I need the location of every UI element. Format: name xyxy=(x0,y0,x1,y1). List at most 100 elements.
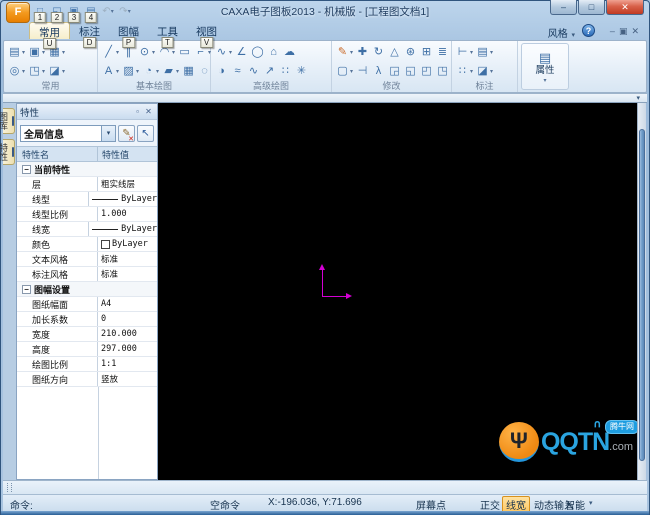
revision-cloud-icon[interactable]: ☁ xyxy=(282,45,297,60)
dimension-icon[interactable]: ⊢▾ xyxy=(455,45,474,60)
collapse-icon[interactable]: − xyxy=(22,165,31,174)
open-button[interactable]: ◱2 xyxy=(49,3,65,19)
property-value[interactable]: 标准 xyxy=(98,252,157,266)
rotate-icon[interactable]: ↻ xyxy=(371,45,386,60)
explode-icon[interactable]: ◳ xyxy=(435,64,450,79)
polygon-icon[interactable]: ⌂ xyxy=(266,45,281,60)
panel-pin-icon[interactable]: ▫ xyxy=(132,106,143,117)
angle-line-icon[interactable]: ∠ xyxy=(234,45,249,60)
dropdown-arrow-icon[interactable]: ▾ xyxy=(589,499,593,507)
rectangle-icon[interactable]: ▭ xyxy=(177,45,192,60)
property-row[interactable]: 绘图比例1:1 xyxy=(17,357,157,372)
save-button[interactable]: ▣3 xyxy=(66,3,82,19)
property-row[interactable]: 高度297.000 xyxy=(17,342,157,357)
oval-icon[interactable]: ◯ xyxy=(250,45,265,60)
undo-button[interactable]: ↶▾ xyxy=(100,3,116,19)
close-button[interactable]: ✕ xyxy=(606,0,644,15)
property-value[interactable]: 1:1 xyxy=(98,357,157,371)
pick-object-button[interactable]: ↖ xyxy=(137,125,154,142)
wave-line-icon[interactable]: ≈ xyxy=(230,64,245,79)
new-document-button[interactable]: □1 xyxy=(32,3,48,19)
collapse-icon[interactable]: − xyxy=(22,285,31,294)
property-value[interactable]: A4 xyxy=(98,297,157,311)
minimize-button[interactable]: – xyxy=(550,0,577,15)
circular-array-icon[interactable]: ⊛ xyxy=(403,45,418,60)
tab-dimension[interactable]: 标注D xyxy=(70,22,109,39)
redo-button[interactable]: ↷▾ xyxy=(117,3,133,19)
side-tab-library[interactable]: 图库 xyxy=(3,108,15,134)
property-row[interactable]: 文本风格标准 xyxy=(17,252,157,267)
line-icon[interactable]: ╱▾ xyxy=(101,45,120,60)
vertical-scrollbar[interactable] xyxy=(637,103,646,480)
fillet-icon[interactable]: ◲ xyxy=(387,64,402,79)
chamfer-icon[interactable]: ◱ xyxy=(403,64,418,79)
point-array-icon[interactable]: ∷ xyxy=(278,64,293,79)
snap-mode[interactable]: 屏幕点 xyxy=(416,497,446,512)
break-icon[interactable]: ◰ xyxy=(419,64,434,79)
part-library-icon[interactable]: ◳▾ xyxy=(27,64,46,79)
drag-grip-icon[interactable] xyxy=(7,483,12,492)
property-row[interactable]: 图纸方向竖放 xyxy=(17,372,157,387)
tab-view[interactable]: 视图V xyxy=(187,22,226,39)
property-value[interactable]: 210.000 xyxy=(98,327,157,341)
drawing-canvas[interactable]: Ψ ∪ QQTN.com 腾牛网 xyxy=(158,103,637,480)
gear-icon[interactable]: ✳ xyxy=(294,64,309,79)
properties-button[interactable]: ▤ 属性 ▾ xyxy=(521,43,569,90)
mirror-icon[interactable]: △ xyxy=(387,45,402,60)
chevron-down-icon[interactable]: ▾ xyxy=(101,126,115,141)
circle-icon[interactable]: ⊙▾ xyxy=(137,45,156,60)
property-row[interactable]: 加长系数0 xyxy=(17,312,157,327)
scrollbar-thumb[interactable] xyxy=(639,129,645,461)
property-value[interactable]: 1.000 xyxy=(98,207,157,221)
panel-close-button[interactable]: ✕ xyxy=(143,106,154,117)
coordinate-dimension-icon[interactable]: ∷▾ xyxy=(455,64,474,79)
move-icon[interactable]: ✚ xyxy=(355,45,370,60)
property-value[interactable]: ByLayer xyxy=(98,237,157,251)
property-row[interactable]: 图纸幅面A4 xyxy=(17,297,157,312)
print-button[interactable]: ▤4 xyxy=(83,3,99,19)
block-icon[interactable]: ▰▾ xyxy=(161,64,180,79)
mdi-close-button[interactable]: ✕ xyxy=(631,26,639,36)
layer-settings-icon[interactable]: ◪▾ xyxy=(47,64,66,79)
extend-icon[interactable]: λ xyxy=(371,64,386,79)
tab-home[interactable]: 常用U xyxy=(29,22,70,39)
crop-icon[interactable]: ▢▾ xyxy=(335,64,354,79)
property-value[interactable]: 粗实线层 xyxy=(98,177,157,191)
grid-icon[interactable]: ▦ xyxy=(181,64,196,79)
ellipse-icon[interactable]: ◔▾ xyxy=(141,64,160,79)
trim-icon[interactable]: ⊣ xyxy=(355,64,370,79)
property-group-row[interactable]: −当前特性 xyxy=(17,162,157,177)
toggle-ortho[interactable]: 正交 xyxy=(480,497,500,512)
style-menu-button[interactable]: 风格 ▾ xyxy=(548,25,575,40)
property-row[interactable]: 层粗实线层 xyxy=(17,177,157,192)
spline-icon[interactable]: ∿▾ xyxy=(214,45,233,60)
property-value[interactable]: ByLayer xyxy=(89,192,157,206)
property-value[interactable]: 297.000 xyxy=(98,342,157,356)
offset-icon[interactable]: ≣ xyxy=(435,45,450,60)
app-menu-button[interactable]: F xyxy=(6,2,30,23)
tab-sheet[interactable]: 图幅P xyxy=(109,22,148,39)
array-icon[interactable]: ⊞ xyxy=(419,45,434,60)
erase-icon[interactable]: ✎▾ xyxy=(335,45,354,60)
property-row[interactable]: 线型ByLayer xyxy=(17,192,157,207)
property-value[interactable]: 0 xyxy=(98,312,157,326)
scope-select[interactable]: 全局信息 ▾ xyxy=(20,125,116,142)
maximize-button[interactable]: □ xyxy=(578,0,605,15)
paste-icon[interactable]: ▤▾ xyxy=(7,45,26,60)
property-row[interactable]: 标注风格标准 xyxy=(17,267,157,282)
dimension-edit-icon[interactable]: ◪▾ xyxy=(475,64,494,79)
property-row[interactable]: 线型比例1.000 xyxy=(17,207,157,222)
side-tab-properties[interactable]: 特性 xyxy=(3,139,15,165)
point-icon[interactable]: ◌ xyxy=(197,64,212,79)
property-row[interactable]: 颜色ByLayer xyxy=(17,237,157,252)
mdi-restore-button[interactable]: ▣ xyxy=(619,26,628,36)
help-icon[interactable]: ? xyxy=(582,24,595,37)
canvas-options-arrow-icon[interactable]: ▾ xyxy=(636,94,640,102)
property-value[interactable]: 标准 xyxy=(98,267,157,281)
toggle-smart[interactable]: 智能 xyxy=(565,497,585,512)
clear-edit-button[interactable]: ✎✕ xyxy=(118,125,135,142)
property-row[interactable]: 宽度210.000 xyxy=(17,327,157,342)
property-value[interactable]: ByLayer xyxy=(89,222,157,236)
mdi-minimize-button[interactable]: – xyxy=(610,26,615,36)
double-line-icon[interactable]: ∿ xyxy=(246,64,261,79)
